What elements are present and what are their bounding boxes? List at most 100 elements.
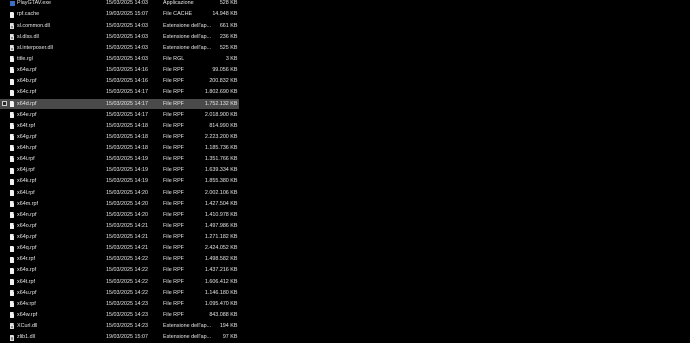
file-name: x64b.rpf [17, 78, 37, 85]
file-size: 1.497.986 KB [204, 222, 238, 229]
file-type: File RPF [163, 156, 184, 163]
file-type: File RPF [163, 111, 184, 118]
file-icon [9, 290, 15, 297]
file-row[interactable]: x64a.rpf 15/03/2025 14:16 File RPF 99.056 K… [0, 65, 240, 76]
file-size: 99.056 KB [212, 67, 238, 74]
file-list: PlayGTAV.exe 15/03/2025 14:03 Applicazione… [0, 0, 690, 343]
file-row[interactable]: x64h.rpf 15/03/2025 14:18 File RPF 1.185.73… [0, 143, 240, 154]
file-type: File RPF [163, 256, 184, 263]
file-row[interactable]: x64i.rpf 15/03/2025 14:19 File RPF 1.351.76… [0, 154, 240, 165]
file-row[interactable]: x64r.rpf 15/03/2025 14:22 File RPF 1.498.58… [0, 254, 240, 265]
file-row[interactable]: XCurl.dll 15/03/2025 14:23 Estensione dell… [0, 321, 240, 332]
file-row[interactable]: x64v.rpf 15/03/2025 14:23 File RPF 1.095.47… [0, 299, 240, 310]
file-row[interactable]: x64s.rpf 15/03/2025 14:22 File RPF 1.437.21… [0, 265, 240, 276]
file-date: 15/03/2025 14:20 [106, 189, 148, 196]
file-date: 15/03/2025 14:19 [106, 156, 148, 163]
file-size: 1.802.690 KB [204, 89, 238, 96]
file-name: zlib1.dll [17, 334, 35, 341]
file-row[interactable]: x64b.rpf 15/03/2025 14:16 File RPF 200.832 … [0, 76, 240, 87]
file-date: 19/03/2025 15:07 [106, 334, 148, 341]
file-type: File RPF [163, 189, 184, 196]
file-row[interactable]: x64c.rpf 15/03/2025 14:17 File RPF 1.802.69… [0, 87, 240, 98]
file-icon [9, 245, 15, 252]
file-date: 15/03/2025 14:21 [106, 245, 148, 252]
exe-icon [9, 1, 15, 7]
file-icon [9, 134, 15, 141]
file-row[interactable]: x64w.rpf 15/03/2025 14:23 File RPF 843.088 … [0, 310, 240, 321]
dll-icon [9, 334, 15, 341]
file-name: x64f.rpf [17, 122, 35, 129]
file-type: File RPF [163, 234, 184, 241]
file-type: File RPF [163, 300, 184, 307]
file-type: File CACHE [163, 11, 193, 18]
file-date: 15/03/2025 14:21 [106, 222, 148, 229]
file-row[interactable]: x64o.rpf 15/03/2025 14:21 File RPF 1.497.98… [0, 221, 240, 232]
file-size: 200.832 KB [209, 78, 238, 85]
file-size: 2.223.200 KB [204, 133, 238, 140]
file-icon [9, 212, 15, 219]
file-date: 15/03/2025 14:23 [106, 311, 148, 318]
file-type: File RPF [163, 122, 184, 129]
file-name: x64g.rpf [17, 133, 37, 140]
file-icon [9, 111, 15, 118]
file-name: PlayGTAV.exe [17, 0, 52, 7]
file-name: x64n.rpf [17, 211, 37, 218]
file-row[interactable]: sl.dlss.dll 15/03/2025 14:03 Estensione de… [0, 32, 240, 43]
file-name: XCurl.dll [17, 323, 38, 330]
file-row[interactable]: x64p.rpf 15/03/2025 14:21 File RPF 1.271.18… [0, 232, 240, 243]
file-row[interactable]: x64g.rpf 15/03/2025 14:18 File RPF 2.223.20… [0, 132, 240, 143]
file-row[interactable]: zlib1.dll 19/03/2025 15:07 Estensione dell… [0, 332, 240, 343]
file-row[interactable]: title.rgl 15/03/2025 14:03 File RGL 3 KB [0, 54, 240, 65]
file-row[interactable]: x64l.rpf 15/03/2025 14:20 File RPF 2.002.10… [0, 188, 240, 199]
file-date: 15/03/2025 14:17 [106, 111, 148, 118]
file-date: 15/03/2025 14:17 [106, 89, 148, 96]
file-type: File RPF [163, 78, 184, 85]
file-row[interactable]: x64j.rpf 15/03/2025 14:19 File RPF 1.639.33… [0, 165, 240, 176]
file-type: File RPF [163, 278, 184, 285]
file-name: x64q.rpf [17, 245, 37, 252]
file-name: x64v.rpf [17, 300, 36, 307]
file-type: File RGL [163, 56, 185, 62]
file-size: 525 KB [219, 44, 238, 51]
file-icon [9, 78, 15, 85]
file-date: 15/03/2025 14:22 [106, 278, 148, 285]
file-row[interactable]: PlayGTAV.exe 15/03/2025 14:03 Applicazione… [0, 0, 240, 9]
file-row[interactable]: x64f.rpf 15/03/2025 14:18 File RPF 814.990 … [0, 121, 240, 132]
file-row[interactable]: x64q.rpf 15/03/2025 14:21 File RPF 2.424.05… [0, 243, 240, 254]
file-type: File RPF [163, 211, 184, 218]
file-row[interactable]: x64e.rpf 15/03/2025 14:17 File RPF 2.018.90… [0, 110, 240, 121]
file-date: 15/03/2025 14:19 [106, 167, 148, 174]
file-name: x64e.rpf [17, 111, 37, 118]
file-date: 15/03/2025 14:18 [106, 122, 148, 129]
file-icon [9, 312, 15, 319]
file-name: x64o.rpf [17, 222, 37, 229]
file-name: x64r.rpf [17, 256, 35, 263]
file-name: x64j.rpf [17, 167, 35, 174]
file-row[interactable]: x64n.rpf 15/03/2025 14:20 File RPF 1.410.97… [0, 210, 240, 221]
file-row[interactable]: sl.interposer.dll 15/03/2025 14:03 Estensi… [0, 43, 240, 54]
file-row[interactable]: x64m.rpf 15/03/2025 14:20 File RPF 1.427.50… [0, 199, 240, 210]
file-date: 15/03/2025 14:20 [106, 211, 148, 218]
file-name: x64u.rpf [17, 289, 37, 296]
file-name: x64d.rpf [17, 100, 37, 107]
file-date: 15/03/2025 14:19 [106, 178, 148, 185]
file-row[interactable]: x64u.rpf 15/03/2025 14:22 File RPF 1.146.18… [0, 288, 240, 299]
file-row[interactable]: rpf.cache 19/03/2025 15:07 File CACHE 14.94… [0, 9, 240, 20]
file-date: 15/03/2025 14:03 [106, 56, 148, 62]
file-icon [9, 223, 15, 230]
file-type: File RPF [163, 167, 184, 174]
file-size: 1.855.380 KB [204, 178, 238, 185]
file-row[interactable]: x64k.rpf 15/03/2025 14:19 File RPF 1.855.38… [0, 176, 240, 187]
file-row[interactable]: x64t.rpf 15/03/2025 14:22 File RPF 1.606.41… [0, 277, 240, 288]
file-name: x64m.rpf [17, 200, 38, 207]
file-row[interactable]: x64d.rpf 15/03/2025 14:17 File RPF 1.752.13… [0, 98, 239, 110]
file-date: 15/03/2025 14:23 [106, 300, 148, 307]
file-size: 1.351.766 KB [204, 156, 238, 163]
file-type: File RPF [163, 267, 184, 274]
file-size: 528 KB [219, 0, 238, 7]
file-name: x64a.rpf [17, 67, 37, 74]
file-row[interactable]: sl.common.dll 15/03/2025 14:03 Estensione … [0, 21, 240, 32]
file-size: 1.185.736 KB [204, 145, 238, 152]
file-size: 14.948 KB [212, 11, 238, 18]
file-name: x64t.rpf [17, 278, 35, 285]
